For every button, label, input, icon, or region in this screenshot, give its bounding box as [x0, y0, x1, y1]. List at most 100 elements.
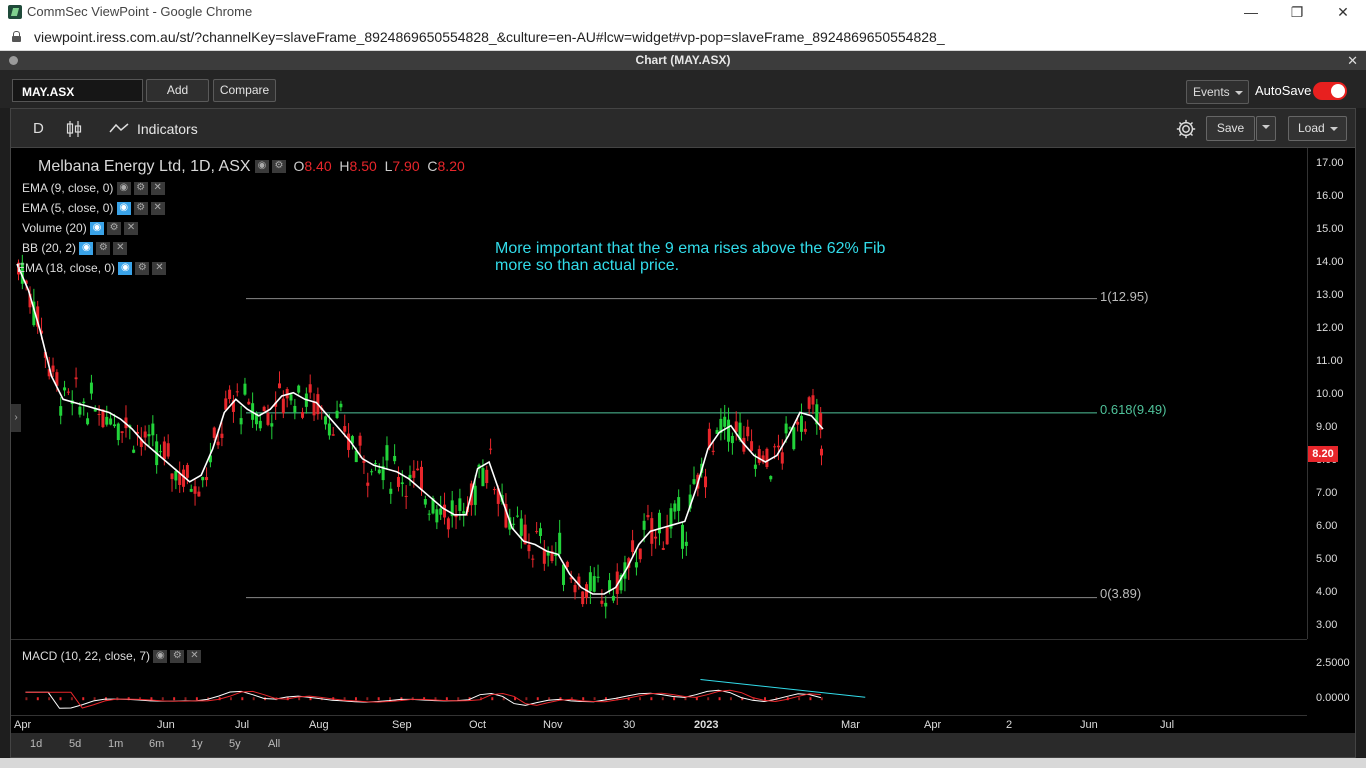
indicators-button[interactable]: Indicators — [137, 121, 198, 137]
candle-body — [339, 403, 343, 408]
eye-icon[interactable]: ◉ — [153, 650, 168, 664]
settings-icon[interactable]: ⚙ — [272, 160, 287, 174]
candle-body — [212, 427, 216, 438]
remove-icon[interactable]: ✕ — [187, 650, 202, 664]
remove-icon[interactable]: ✕ — [124, 222, 139, 236]
settings-icon[interactable]: ⚙ — [170, 650, 185, 664]
candle-body — [189, 488, 193, 492]
macd-histogram-bar — [93, 697, 96, 701]
load-dropdown[interactable]: Load — [1288, 116, 1347, 141]
candle-body — [596, 576, 600, 578]
macd-histogram-bar — [343, 697, 346, 701]
symbol-input[interactable]: MAY.ASX — [12, 79, 143, 102]
range-button[interactable]: 1d — [30, 738, 42, 750]
gear-icon[interactable] — [1175, 118, 1197, 140]
candle-body — [159, 451, 163, 453]
candle-body — [343, 426, 347, 432]
settings-icon[interactable]: ⚙ — [135, 262, 150, 276]
candle-body — [462, 511, 466, 514]
indicator-ema5: EMA (5, close, 0) ◉ ⚙ ✕ — [22, 201, 168, 216]
candle-body — [608, 580, 612, 591]
remove-icon[interactable]: ✕ — [152, 262, 167, 276]
y-tick: 11.00 — [1316, 355, 1343, 367]
macd-histogram-bar — [457, 697, 460, 701]
close-icon[interactable]: ✕ — [1320, 0, 1366, 24]
macd-legend: MACD (10, 22, close, 7) ◉ ⚙ ✕ — [22, 649, 204, 664]
x-tick: 2 — [1006, 719, 1013, 731]
candles-icon[interactable] — [66, 120, 82, 138]
time-axis[interactable]: Apr Jun Jul Aug Sep Oct Nov 30 2023 Mar … — [11, 715, 1307, 733]
eye-icon[interactable]: ◉ — [118, 262, 133, 276]
settings-icon[interactable]: ⚙ — [96, 242, 111, 256]
price-axis[interactable]: 17.00 16.00 15.00 14.00 13.00 12.00 11.0… — [1307, 148, 1355, 639]
minimize-icon[interactable]: — — [1228, 0, 1274, 24]
url-text[interactable]: viewpoint.iress.com.au/st/?channelKey=sl… — [34, 29, 945, 45]
range-button[interactable]: 1m — [108, 738, 123, 750]
eye-icon[interactable]: ◉ — [116, 202, 131, 216]
range-button[interactable]: 6m — [149, 738, 164, 750]
y-tick: 5.00 — [1316, 553, 1338, 565]
eye-icon[interactable]: ◉ — [90, 222, 105, 236]
restore-icon[interactable]: ❐ — [1274, 0, 1320, 24]
candle-body — [416, 468, 420, 471]
candle-body — [370, 471, 374, 473]
settings-icon[interactable]: ⚙ — [133, 202, 148, 216]
interval-button[interactable]: D — [33, 120, 44, 137]
autosave-toggle[interactable] — [1313, 82, 1347, 100]
settings-icon[interactable]: ⚙ — [133, 182, 148, 196]
range-button[interactable]: 5y — [229, 738, 241, 750]
settings-icon[interactable]: ⚙ — [107, 222, 122, 236]
symbol-toolbar: MAY.ASX Add Compare Events AutoSave — [0, 70, 1366, 108]
candle-body — [646, 515, 650, 518]
address-bar[interactable]: viewpoint.iress.com.au/st/?channelKey=sl… — [0, 24, 1366, 51]
range-button[interactable]: 5d — [69, 738, 81, 750]
events-dropdown[interactable]: Events — [1186, 80, 1249, 104]
candle-body — [680, 524, 684, 549]
window-menu-icon[interactable] — [9, 56, 18, 65]
remove-icon[interactable]: ✕ — [113, 242, 128, 256]
indicators-icon[interactable] — [109, 122, 129, 134]
save-options-button[interactable] — [1256, 116, 1276, 141]
close-label: C — [427, 158, 438, 175]
collapse-arrow-icon[interactable]: › — [11, 404, 21, 432]
eye-icon[interactable]: ◉ — [255, 160, 270, 174]
window-close-icon[interactable]: ✕ — [1347, 51, 1358, 70]
candle-body — [247, 401, 251, 405]
indicator-bb: BB (20, 2) ◉ ⚙ ✕ — [22, 241, 130, 256]
add-button[interactable]: Add — [146, 79, 209, 102]
range-button[interactable]: All — [268, 738, 280, 750]
chart-annotation[interactable]: More important that the 9 ema rises abov… — [495, 240, 885, 274]
candle-body — [297, 385, 301, 393]
candle-body — [224, 398, 228, 410]
candle-body — [162, 441, 166, 460]
eye-icon[interactable]: ◉ — [79, 242, 94, 256]
window-title-bar: Chart (MAY.ASX) ✕ — [0, 51, 1366, 70]
candle-body — [262, 406, 266, 412]
eye-icon[interactable]: ◉ — [116, 182, 131, 196]
candle-body — [243, 383, 247, 395]
y-tick: 3.00 — [1316, 619, 1338, 631]
candle-body — [634, 562, 638, 568]
candle-body — [82, 401, 86, 404]
range-button[interactable]: 1y — [191, 738, 203, 750]
remove-icon[interactable]: ✕ — [150, 182, 165, 196]
save-button[interactable]: Save — [1206, 116, 1255, 141]
x-tick: Mar — [841, 719, 860, 731]
annotation-line-2: more so than actual price. — [495, 257, 680, 274]
candle-body — [97, 413, 101, 415]
candle-body — [458, 498, 462, 511]
remove-icon[interactable]: ✕ — [150, 202, 165, 216]
app-icon — [8, 5, 22, 19]
browser-tab-title: CommSec ViewPoint - Google Chrome — [27, 4, 253, 19]
macd-histogram-bar — [593, 697, 596, 701]
compare-button[interactable]: Compare — [213, 79, 276, 102]
candle-body — [592, 576, 596, 592]
candle-body — [704, 476, 708, 488]
close-value: 8.20 — [437, 158, 465, 175]
candle-body — [784, 423, 788, 434]
macd-chart-svg[interactable] — [11, 639, 1307, 715]
events-label: Events — [1193, 85, 1230, 99]
y-tick: 10.00 — [1316, 388, 1344, 400]
x-tick: Nov — [543, 719, 563, 731]
price-chart-svg[interactable] — [11, 148, 1307, 639]
